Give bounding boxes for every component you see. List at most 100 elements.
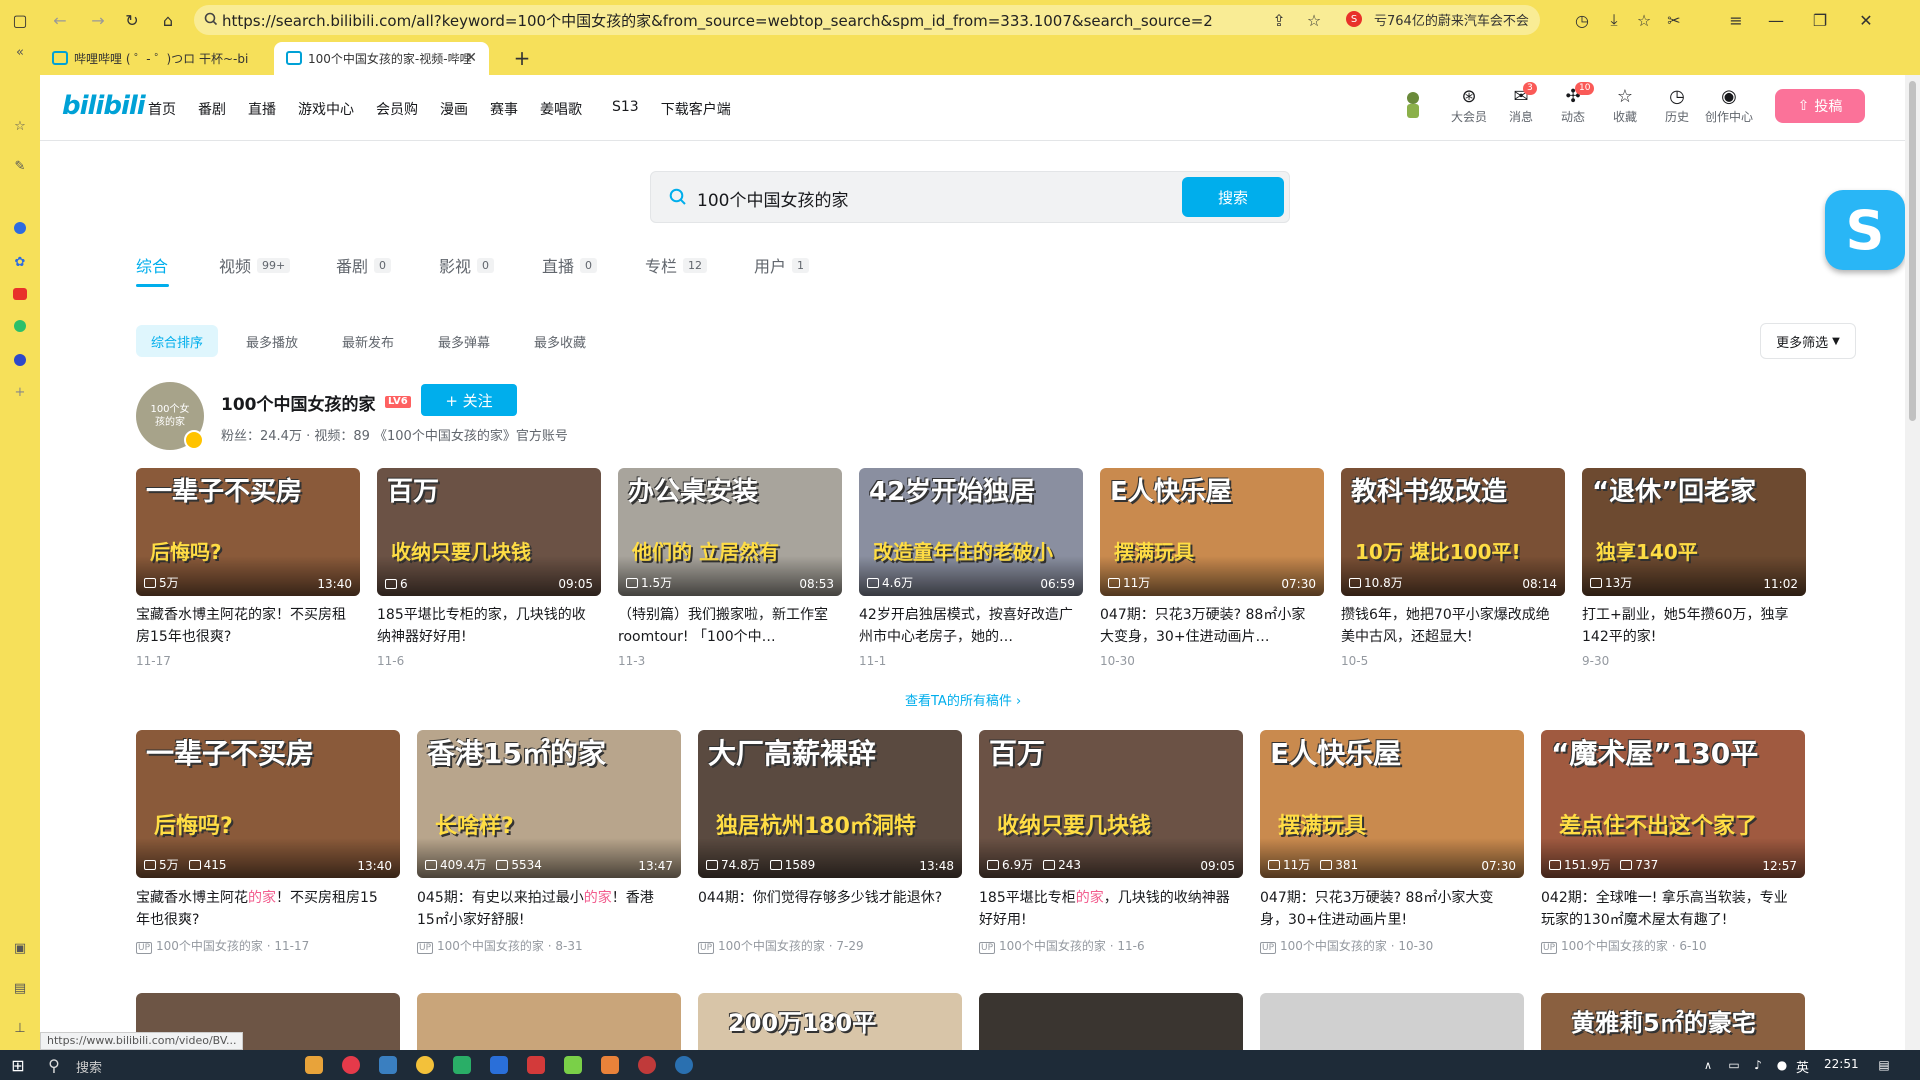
video-author-date[interactable]: UP 100个中国女孩的家 · 10-30 [1260, 937, 1433, 954]
header-history[interactable]: ◷ 历史 [1651, 86, 1703, 125]
new-tab-icon[interactable]: + [512, 46, 532, 70]
app-yellow-icon[interactable] [416, 1056, 434, 1074]
wechat-icon[interactable] [453, 1056, 471, 1074]
video-thumbnail[interactable]: 香港15㎡的家 长啥样? 409.4万 5534 13:47 [417, 730, 681, 878]
sort-default[interactable]: 综合排序 [136, 325, 219, 357]
extensions-icon[interactable]: ✂ [1664, 10, 1684, 30]
app-orange-icon[interactable] [601, 1056, 619, 1074]
tab-article[interactable]: 专栏 12 [645, 253, 708, 277]
see-all-link[interactable]: 查看TA的所有稿件 › [905, 690, 1021, 709]
taskbar-search[interactable]: 搜索 [76, 1057, 102, 1076]
app-red2-icon[interactable] [638, 1056, 656, 1074]
download-icon[interactable]: ⤓ [1604, 10, 1624, 30]
url-bar[interactable]: https://search.bilibili.com/all?keyword=… [194, 5, 1540, 35]
bilibili-logo[interactable]: bilibili [62, 91, 146, 121]
video-title[interactable]: 185平堪比专柜的家，几块钱的收纳神器好好用! [377, 604, 591, 648]
video-title[interactable]: 045期：有史以来拍过最小的家！香港15㎡小家好舒服! [417, 887, 671, 931]
video-thumbnail[interactable]: “退休”回老家 独享140平 13万 11:02 [1582, 468, 1806, 596]
nav-mall[interactable]: 会员购 [376, 99, 418, 119]
follow-button[interactable]: + 关注 [421, 384, 517, 416]
user-avatar[interactable] [1395, 88, 1431, 124]
app-blue-icon[interactable] [490, 1056, 508, 1074]
tab-bilibili-home[interactable]: 哔哩哔哩 ( ゜- ゜)つロ 干杯~-bilib [40, 42, 270, 75]
tab-video[interactable]: 视频 99+ [219, 253, 291, 277]
video-thumbnail[interactable] [979, 993, 1243, 1050]
video-title[interactable]: 042期：全球唯一! 拿乐高当软装，专业玩家的130㎡魔术屋太有趣了! [1541, 887, 1795, 931]
clock-app-icon[interactable] [14, 354, 26, 366]
close-icon[interactable]: ✕ [1856, 10, 1876, 30]
header-creator[interactable]: ◉ 创作中心 [1703, 86, 1755, 125]
clock-time[interactable]: 22:51 [1824, 1057, 1859, 1071]
app-circle-icon[interactable] [675, 1056, 693, 1074]
star-icon[interactable]: ☆ [12, 118, 28, 134]
up-name[interactable]: 100个中国女孩的家 [221, 390, 376, 415]
tab-bangumi[interactable]: 番剧 0 [336, 253, 392, 277]
video-thumbnail[interactable]: 百万 收纳只要几块钱 6.9万 243 09:05 [979, 730, 1243, 878]
forward-icon[interactable]: → [88, 10, 108, 30]
browser-app-icon[interactable] [379, 1056, 397, 1074]
search-icon[interactable]: ⚲ [46, 1056, 62, 1075]
volume-icon[interactable]: ♪ [1750, 1057, 1766, 1073]
nav-live[interactable]: 直播 [248, 99, 276, 119]
paw-icon[interactable]: ✿ [12, 254, 28, 270]
scrollbar-thumb[interactable] [1909, 81, 1916, 421]
app-green-icon[interactable] [564, 1056, 582, 1074]
video-thumbnail[interactable]: E人快乐屋 摆满玩具 11万 381 07:30 [1260, 730, 1524, 878]
video-title[interactable]: （特别篇）我们搬家啦，新工作室roomtour! 「100个中… [618, 604, 832, 648]
menu-icon[interactable]: ≡ [1726, 10, 1746, 30]
video-author-date[interactable]: UP 100个中国女孩的家 · 11-6 [979, 937, 1145, 954]
nav-match[interactable]: 赛事 [490, 99, 518, 119]
windows-start-icon[interactable]: ⊞ [10, 1056, 26, 1075]
nav-home[interactable]: 首页 [148, 99, 176, 119]
video-title[interactable]: 044期：你们觉得存够多少钱才能退休? [698, 887, 952, 931]
tab-close-icon[interactable]: ✕ [465, 50, 477, 66]
header-vip[interactable]: ⊛ 大会员 [1443, 86, 1495, 125]
back-icon[interactable]: ← [50, 10, 70, 30]
video-author-date[interactable]: UP 100个中国女孩的家 · 7-29 [698, 937, 864, 954]
tab-all[interactable]: 综合 [136, 253, 168, 277]
video-thumbnail[interactable]: 大厂高薪裸辞 独居杭州180㎡洞特 74.8万 1589 13:48 [698, 730, 962, 878]
tab-search-results[interactable]: 100个中国女孩的家-视频-哔哩 ✕ [274, 42, 489, 75]
video-thumbnail[interactable]: 办公桌安装 他们的 立居然有 1.5万 08:53 [618, 468, 842, 596]
add-app-icon[interactable]: + [12, 384, 28, 400]
sort-most-danmaku[interactable]: 最多弹幕 [438, 325, 490, 357]
video-title[interactable]: 047期：只花3万硬装? 88㎡小家大变身，30+住进动画片… [1100, 604, 1314, 648]
video-thumbnail[interactable]: 教科书级改造 10万 堪比100平! 10.8万 08:14 [1341, 468, 1565, 596]
video-title[interactable]: 42岁开启独居模式，按喜好改造广州市中心老房子，她的… [859, 604, 1073, 648]
video-title[interactable]: 攒钱6年，她把70平小家爆改成绝美中古风，还超显大! [1341, 604, 1555, 648]
tab-user[interactable]: 用户 1 [754, 253, 810, 277]
video-title[interactable]: 047期：只花3万硬装? 88㎡小家大变身，30+住进动画片里! [1260, 887, 1514, 931]
page-scrollbar[interactable] [1905, 75, 1920, 1050]
restore-icon[interactable]: ❐ [1810, 10, 1830, 30]
up-avatar[interactable]: 100个女孩的家 [136, 382, 204, 450]
notification-icon[interactable]: ▤ [1876, 1057, 1892, 1073]
ime-indicator[interactable]: 英 [1796, 1057, 1809, 1076]
video-title[interactable]: 宝藏香水博主阿花的家！不买房租房15年也很爽? [136, 887, 390, 931]
tab-live[interactable]: 直播 0 [542, 253, 598, 277]
header-dynamic[interactable]: ✣ 10 动态 [1547, 82, 1599, 125]
network-icon[interactable]: ▭ [1726, 1057, 1742, 1073]
video-author-date[interactable]: UP 100个中国女孩的家 · 6-10 [1541, 937, 1707, 954]
nav-download[interactable]: 下载客户端 [661, 99, 731, 119]
video-thumbnail[interactable]: 一辈子不买房 后悔吗? 5万 13:40 [136, 468, 360, 596]
favorites-icon[interactable]: ☆ [1634, 10, 1654, 30]
video-thumbnail[interactable] [417, 993, 681, 1050]
minimize-icon[interactable]: — [1766, 10, 1786, 30]
pen-icon[interactable]: ✎ [12, 158, 28, 174]
share-icon[interactable]: ⇪ [1269, 10, 1289, 30]
nav-anime[interactable]: 番剧 [198, 99, 226, 119]
app-red-icon[interactable] [342, 1056, 360, 1074]
folder-app-icon[interactable] [305, 1056, 323, 1074]
reload-icon[interactable]: ↻ [122, 10, 142, 30]
bookmark-star-icon[interactable]: ☆ [1304, 10, 1324, 30]
play-app-icon[interactable] [14, 320, 26, 332]
video-thumbnail[interactable]: “魔术屋”130平 差点住不出这个家了 151.9万 737 12:57 [1541, 730, 1805, 878]
search-input[interactable]: 100个中国女孩的家 [697, 186, 848, 211]
mic-icon[interactable]: ● [1774, 1057, 1790, 1073]
sort-newest[interactable]: 最新发布 [342, 325, 394, 357]
video-title[interactable]: 打工+副业，她5年攒60万，独享142平的家! [1582, 604, 1796, 648]
news-app-icon[interactable] [13, 288, 27, 300]
video-title[interactable]: 185平堪比专柜的家，几块钱的收纳神器好好用! [979, 887, 1233, 931]
app-icon[interactable] [14, 222, 26, 234]
tab-movie[interactable]: 影视 0 [439, 253, 495, 277]
